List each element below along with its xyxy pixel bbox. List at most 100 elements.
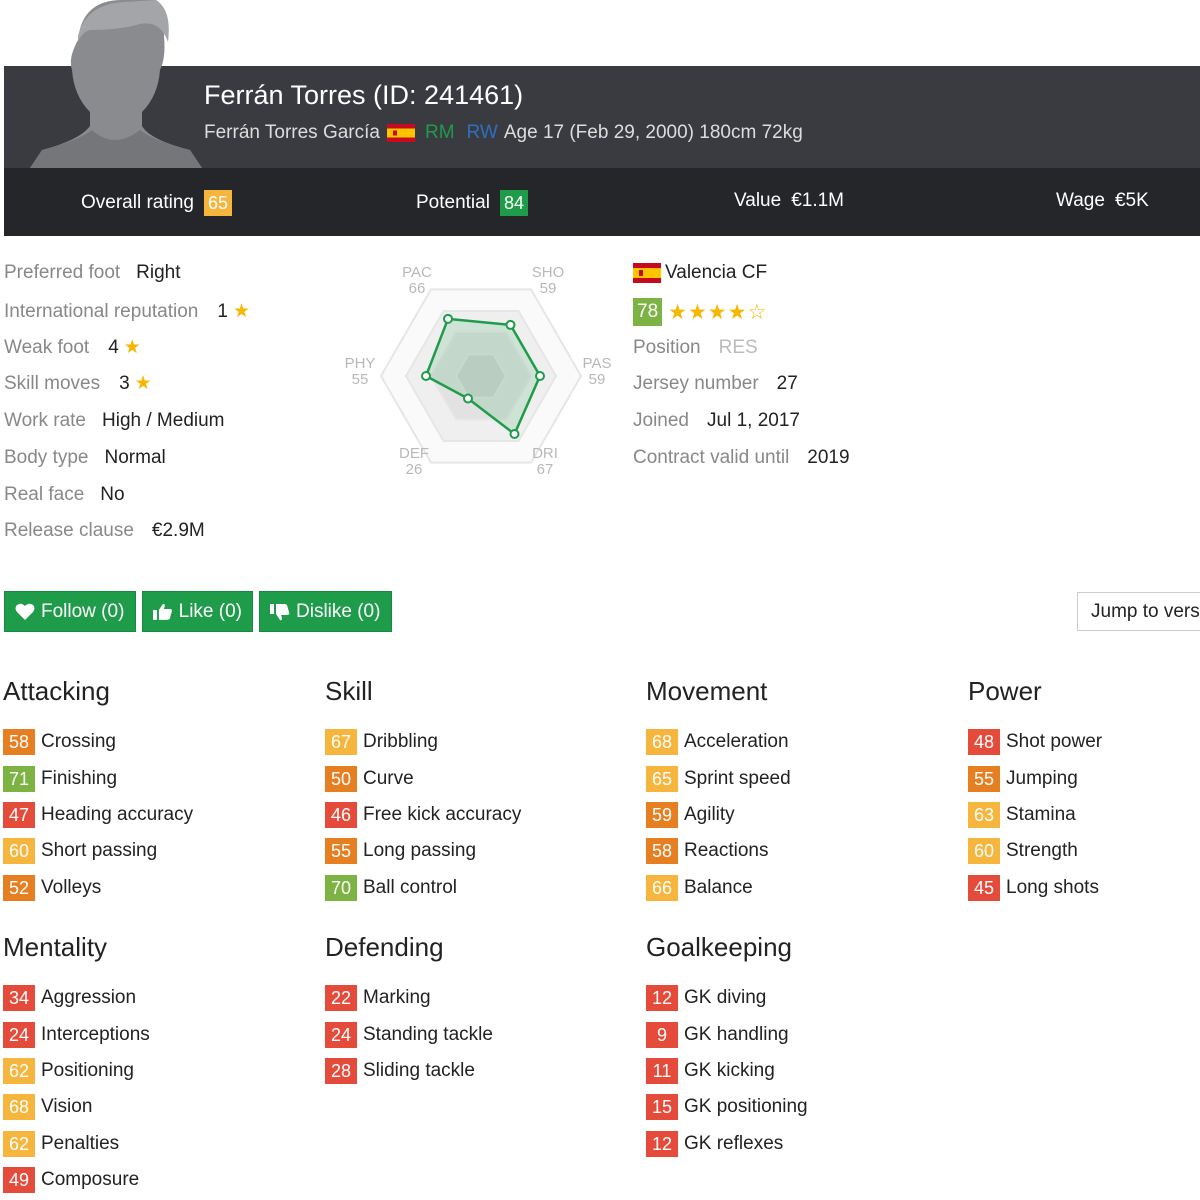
attr-name: Standing tackle [363,1023,493,1045]
attr-name: Ball control [363,876,457,898]
attr-row: 55 Jumping [968,760,1102,796]
attr-group-title: Skill [325,676,373,706]
attr-row: 48 Shot power [968,724,1102,760]
attr-group-title: Power [968,676,1042,706]
dislike-label: Dislike (0) [296,600,381,622]
attr-row: 68 Acceleration [646,724,791,760]
attr-name: Free kick accuracy [363,803,522,825]
value-label: Value [734,190,782,211]
attr-row: 70 Ball control [325,870,521,906]
attr-row: 34 Aggression [3,980,150,1016]
attr-value-badge: 15 [646,1094,678,1121]
attr-row: 65 Sprint speed [646,760,791,796]
attr-value-badge: 67 [325,729,357,756]
attr-name: Long shots [1006,876,1099,898]
attr-row: 60 Short passing [3,833,193,869]
attr-row: 24 Interceptions [3,1016,150,1052]
attr-name: Vision [41,1096,93,1118]
star-icon: ★ [134,373,152,394]
attr-row: 52 Volleys [3,870,193,906]
attr-value-badge: 46 [325,801,357,828]
attr-name: Marking [363,987,431,1009]
attr-name: Agility [684,803,735,825]
info-label: Contract valid until [633,447,790,468]
attr-row: 68 Vision [3,1089,150,1125]
attr-value-badge: 60 [968,838,1000,865]
position-rw-link[interactable]: RW [467,122,498,144]
attr-name: Jumping [1006,767,1078,789]
attr-row: 50 Curve [325,760,521,796]
club-rating-row: 78 ★★★★☆ [633,298,767,326]
attr-row: 11 GK kicking [646,1053,808,1089]
thumbs-up-icon [153,603,172,620]
player-avatar [30,0,202,168]
attr-value-badge: 50 [325,765,357,792]
like-button[interactable]: Like (0) [142,591,253,632]
value-amount: €1.1M [791,190,844,211]
attr-value-badge: 63 [968,801,1000,828]
overall-rating-badge: 65 [204,190,233,216]
attr-name: Composure [41,1169,140,1191]
info-label: Weak foot [4,336,90,358]
attr-name: Sprint speed [684,767,791,789]
wage-amount: €5K [1114,190,1149,211]
player-subline: Ferrán Torres García RM RW Age 17 (Feb 2… [204,122,803,144]
info-value: 3 [119,372,130,394]
attr-name: GK reflexes [684,1132,784,1154]
attr-group-movement: Movement 68 Acceleration 65 Sprint speed 59 Ag… [646,676,791,906]
attr-row: 59 Agility [646,797,791,833]
dislike-button[interactable]: Dislike (0) [259,591,392,632]
like-label: Like (0) [178,600,242,622]
info-value: 4 [108,336,119,358]
attr-name: Shot power [1006,731,1103,753]
attr-name: Heading accuracy [41,803,194,825]
heart-icon [15,603,35,620]
info-value: Normal [104,447,166,468]
club-joined-value: Jul 1, 2017 [707,410,800,431]
attr-group-title: Mentality [3,932,108,962]
follow-label: Follow (0) [41,600,125,622]
follow-button[interactable]: Follow (0) [4,591,136,632]
attr-value-badge: 12 [646,985,678,1012]
club-name-link[interactable]: Valencia CF [665,262,767,284]
club-contract-value: 2019 [807,447,850,468]
attr-value-badge: 55 [968,765,1000,792]
attr-name: GK handling [684,1023,789,1045]
attr-value-badge: 66 [646,874,678,901]
attr-value-badge: 45 [968,874,1000,901]
attr-row: 9 GK handling [646,1016,808,1052]
info-label: Jersey number [633,373,759,394]
info-value: €2.9M [151,520,205,541]
potential-badge: 84 [499,190,528,216]
info-label: International reputation [4,300,199,322]
attr-name: GK positioning [684,1096,808,1118]
radar-value-label: 59 [540,280,557,297]
attr-name: Volleys [41,876,102,898]
attr-value-badge: 52 [3,874,35,901]
radar-axis-label: DRI [532,445,558,462]
attr-group-power: Power 48 Shot power 55 Jumping 63 Stamina 60 Str… [968,676,1102,906]
attr-row: 46 Free kick accuracy [325,797,521,833]
info-real-face: Real face No [4,484,125,506]
radar-data-point [505,319,516,330]
radar-data-point [535,371,545,381]
jump-to-version-select[interactable]: Jump to version [1077,592,1200,631]
attr-row: 58 Reactions [646,833,791,869]
info-weak-foot: Weak foot 4 ★ [4,336,141,359]
attr-row: 12 GK diving [646,980,808,1016]
attr-row: 58 Crossing [3,724,193,760]
position-rm-link[interactable]: RM [425,122,455,144]
attr-value-badge: 48 [968,729,1000,756]
info-label: Preferred foot [4,262,121,283]
info-work-rate: Work rate High / Medium [4,410,225,432]
attr-value-badge: 11 [646,1057,678,1084]
club-star-rating: ★★★★☆ [668,300,768,324]
attr-group-attacking: Attacking 58 Crossing 71 Finishing 47 Heading … [3,676,193,906]
attr-row: 62 Positioning [3,1053,150,1089]
attr-value-badge: 55 [325,838,357,865]
attr-row: 45 Long shots [968,870,1102,906]
attr-row: 12 GK reflexes [646,1126,808,1162]
attr-name: Penalties [41,1132,120,1154]
info-value: No [100,484,125,505]
radar-axis-label: PHY [345,355,376,372]
